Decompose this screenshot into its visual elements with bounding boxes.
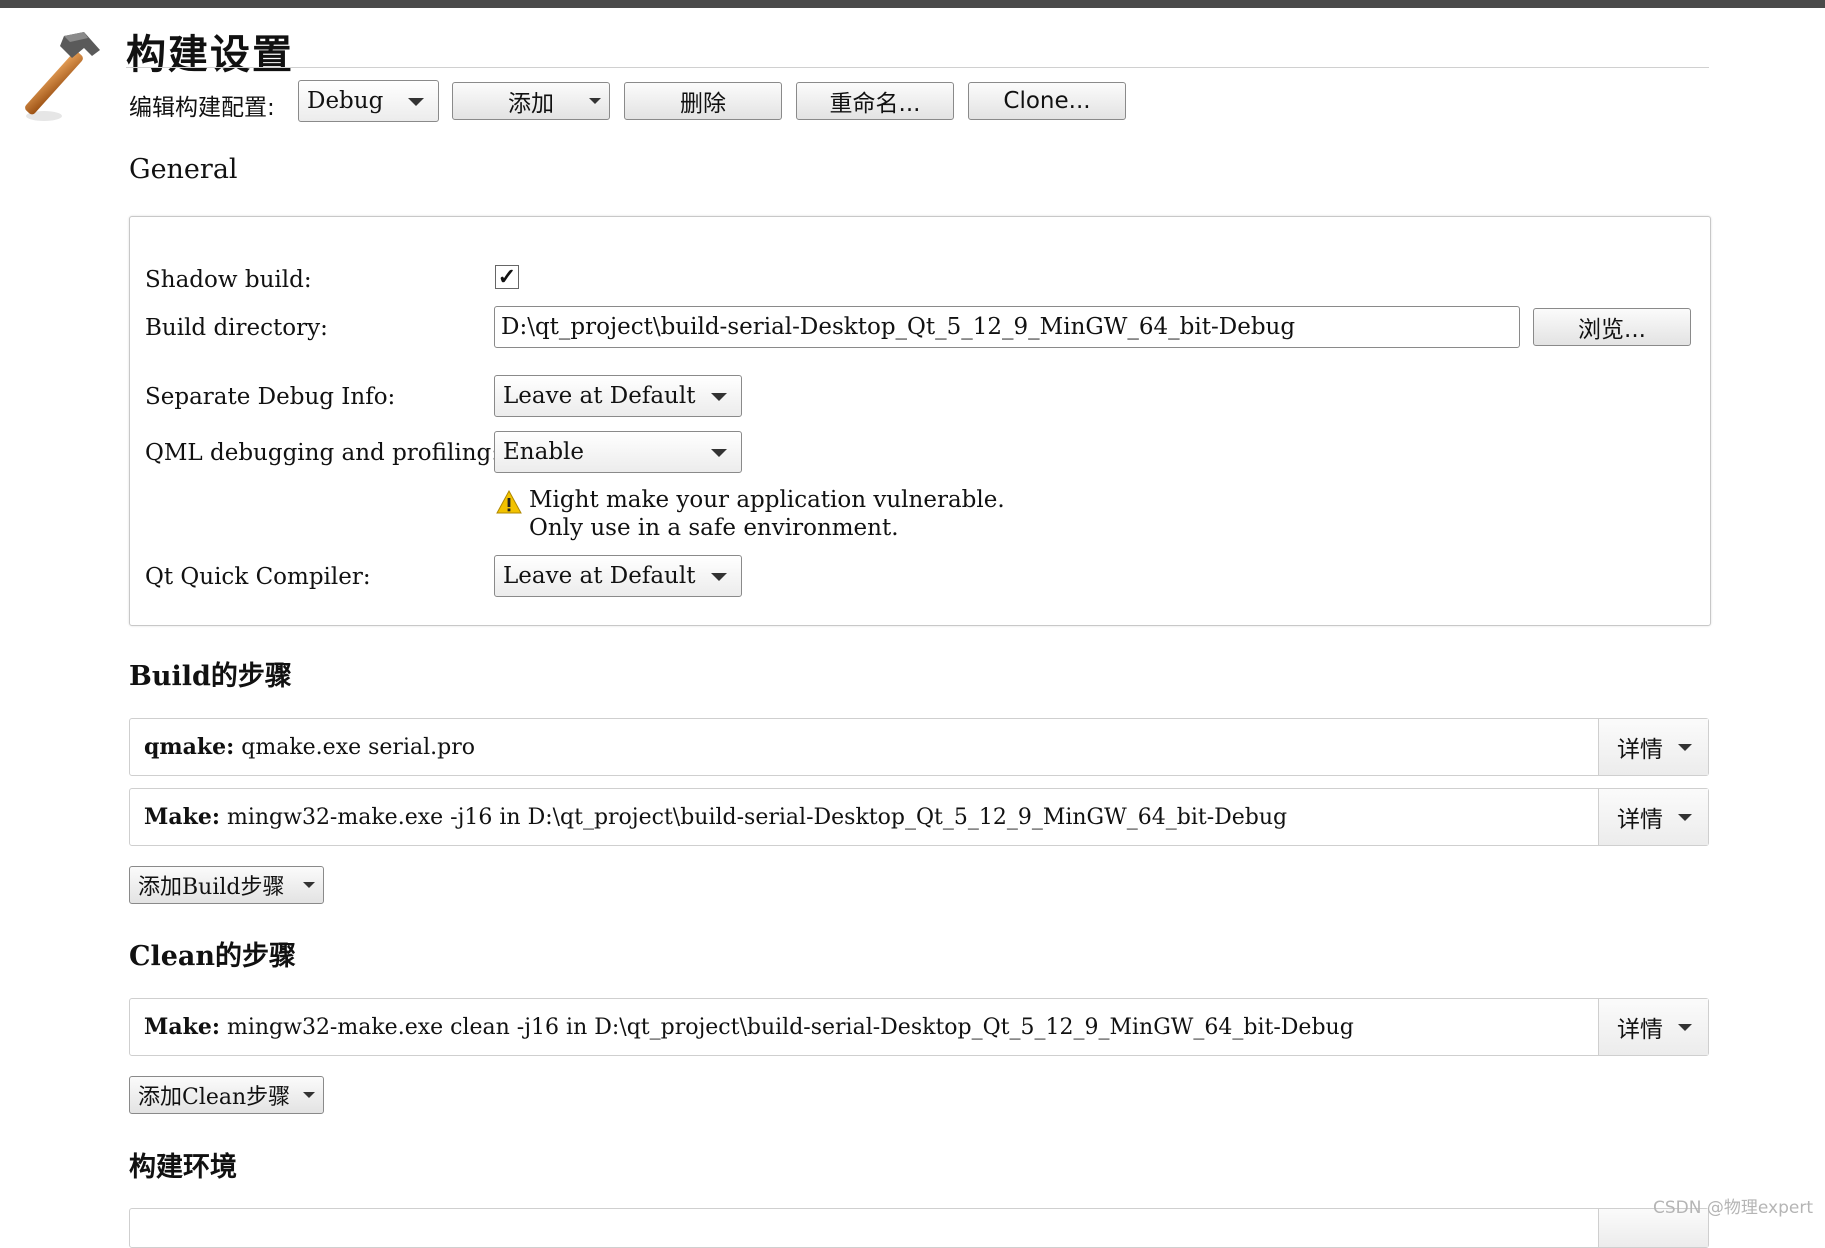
build-directory-label: Build directory: bbox=[145, 315, 328, 341]
separate-debug-select[interactable]: Leave at Default bbox=[494, 375, 742, 417]
step-command: mingw32-make.exe -j16 in D:\qt_project\b… bbox=[219, 805, 1288, 830]
config-select[interactable]: Debug bbox=[298, 80, 439, 122]
step-name: Make: bbox=[144, 1014, 220, 1040]
qt-quick-compiler-label: Qt Quick Compiler: bbox=[145, 564, 371, 590]
qml-debug-label: QML debugging and profiling: bbox=[145, 440, 499, 466]
step-name: qmake: bbox=[144, 734, 235, 760]
build-steps-title: Build的步骤 bbox=[129, 661, 292, 692]
build-step-row: qmake: qmake.exe serial.pro 详情 bbox=[129, 718, 1709, 776]
chevron-down-icon bbox=[303, 882, 315, 888]
window-top-bar bbox=[0, 0, 1825, 8]
add-clean-step-label: 添加Clean步骤 bbox=[138, 1085, 291, 1110]
step-command: qmake.exe serial.pro bbox=[234, 735, 475, 760]
step-name: Make: bbox=[144, 804, 220, 830]
hammer-icon bbox=[25, 32, 100, 121]
edit-config-label: 编辑构建配置: bbox=[129, 95, 275, 121]
rename-config-button[interactable]: 重命名... bbox=[796, 82, 954, 120]
details-label: 详情 bbox=[1617, 807, 1663, 833]
add-build-step-label: 添加Build步骤 bbox=[138, 875, 285, 900]
add-clean-step-button[interactable]: 添加Clean步骤 bbox=[129, 1076, 324, 1114]
details-label: 详情 bbox=[1617, 1017, 1663, 1043]
details-button[interactable]: 详情 bbox=[1598, 999, 1708, 1055]
chevron-down-icon bbox=[1678, 814, 1692, 821]
qml-debug-value: Enable bbox=[503, 439, 585, 465]
add-config-label: 添加 bbox=[508, 91, 554, 117]
add-config-button[interactable]: 添加 bbox=[452, 82, 610, 120]
qml-warning-line1: Might make your application vulnerable. bbox=[529, 487, 1005, 513]
qt-quick-compiler-select[interactable]: Leave at Default bbox=[494, 555, 742, 597]
chevron-down-icon bbox=[303, 1092, 315, 1098]
browse-button[interactable]: 浏览... bbox=[1533, 308, 1691, 346]
qml-warning-line2: Only use in a safe environment. bbox=[529, 515, 899, 541]
clean-step-row: Make: mingw32-make.exe clean -j16 in D:\… bbox=[129, 998, 1709, 1056]
build-env-title: 构建环境 bbox=[129, 1152, 237, 1183]
qml-debug-select[interactable]: Enable bbox=[494, 431, 742, 473]
add-build-step-button[interactable]: 添加Build步骤 bbox=[129, 866, 324, 904]
details-button[interactable]: 详情 bbox=[1598, 719, 1708, 775]
general-section-title: General bbox=[129, 154, 238, 185]
shadow-build-label: Shadow build: bbox=[145, 267, 312, 293]
chevron-down-icon bbox=[1678, 1024, 1692, 1031]
qt-quick-compiler-value: Leave at Default bbox=[503, 563, 696, 589]
chevron-down-icon bbox=[408, 98, 424, 106]
chevron-down-icon bbox=[711, 393, 727, 401]
chevron-down-icon bbox=[711, 449, 727, 457]
clean-step-text: Make: mingw32-make.exe clean -j16 in D:\… bbox=[144, 1014, 1354, 1040]
details-button[interactable]: 详情 bbox=[1598, 789, 1708, 845]
build-step-text: qmake: qmake.exe serial.pro bbox=[144, 734, 475, 760]
delete-config-button[interactable]: 删除 bbox=[624, 82, 782, 120]
build-directory-input[interactable]: D:\qt_project\build-serial-Desktop_Qt_5_… bbox=[494, 306, 1520, 348]
chevron-down-icon bbox=[1678, 744, 1692, 751]
watermark: CSDN @物理expert bbox=[1653, 1198, 1813, 1218]
warning-icon bbox=[496, 489, 522, 514]
separate-debug-value: Leave at Default bbox=[503, 383, 696, 409]
config-select-value: Debug bbox=[307, 88, 384, 114]
build-env-row bbox=[129, 1208, 1709, 1248]
shadow-build-checkbox[interactable]: ✓ bbox=[495, 265, 519, 289]
step-command: mingw32-make.exe clean -j16 in D:\qt_pro… bbox=[219, 1015, 1354, 1040]
build-step-text: Make: mingw32-make.exe -j16 in D:\qt_pro… bbox=[144, 804, 1287, 830]
clean-steps-title: Clean的步骤 bbox=[129, 941, 297, 972]
title-divider bbox=[126, 67, 1709, 68]
build-step-row: Make: mingw32-make.exe -j16 in D:\qt_pro… bbox=[129, 788, 1709, 846]
separate-debug-label: Separate Debug Info: bbox=[145, 384, 396, 410]
clone-config-button[interactable]: Clone... bbox=[968, 82, 1126, 120]
details-label: 详情 bbox=[1617, 737, 1663, 763]
page-title: 构建设置 bbox=[126, 32, 294, 78]
chevron-down-icon bbox=[589, 98, 601, 104]
chevron-down-icon bbox=[711, 573, 727, 581]
